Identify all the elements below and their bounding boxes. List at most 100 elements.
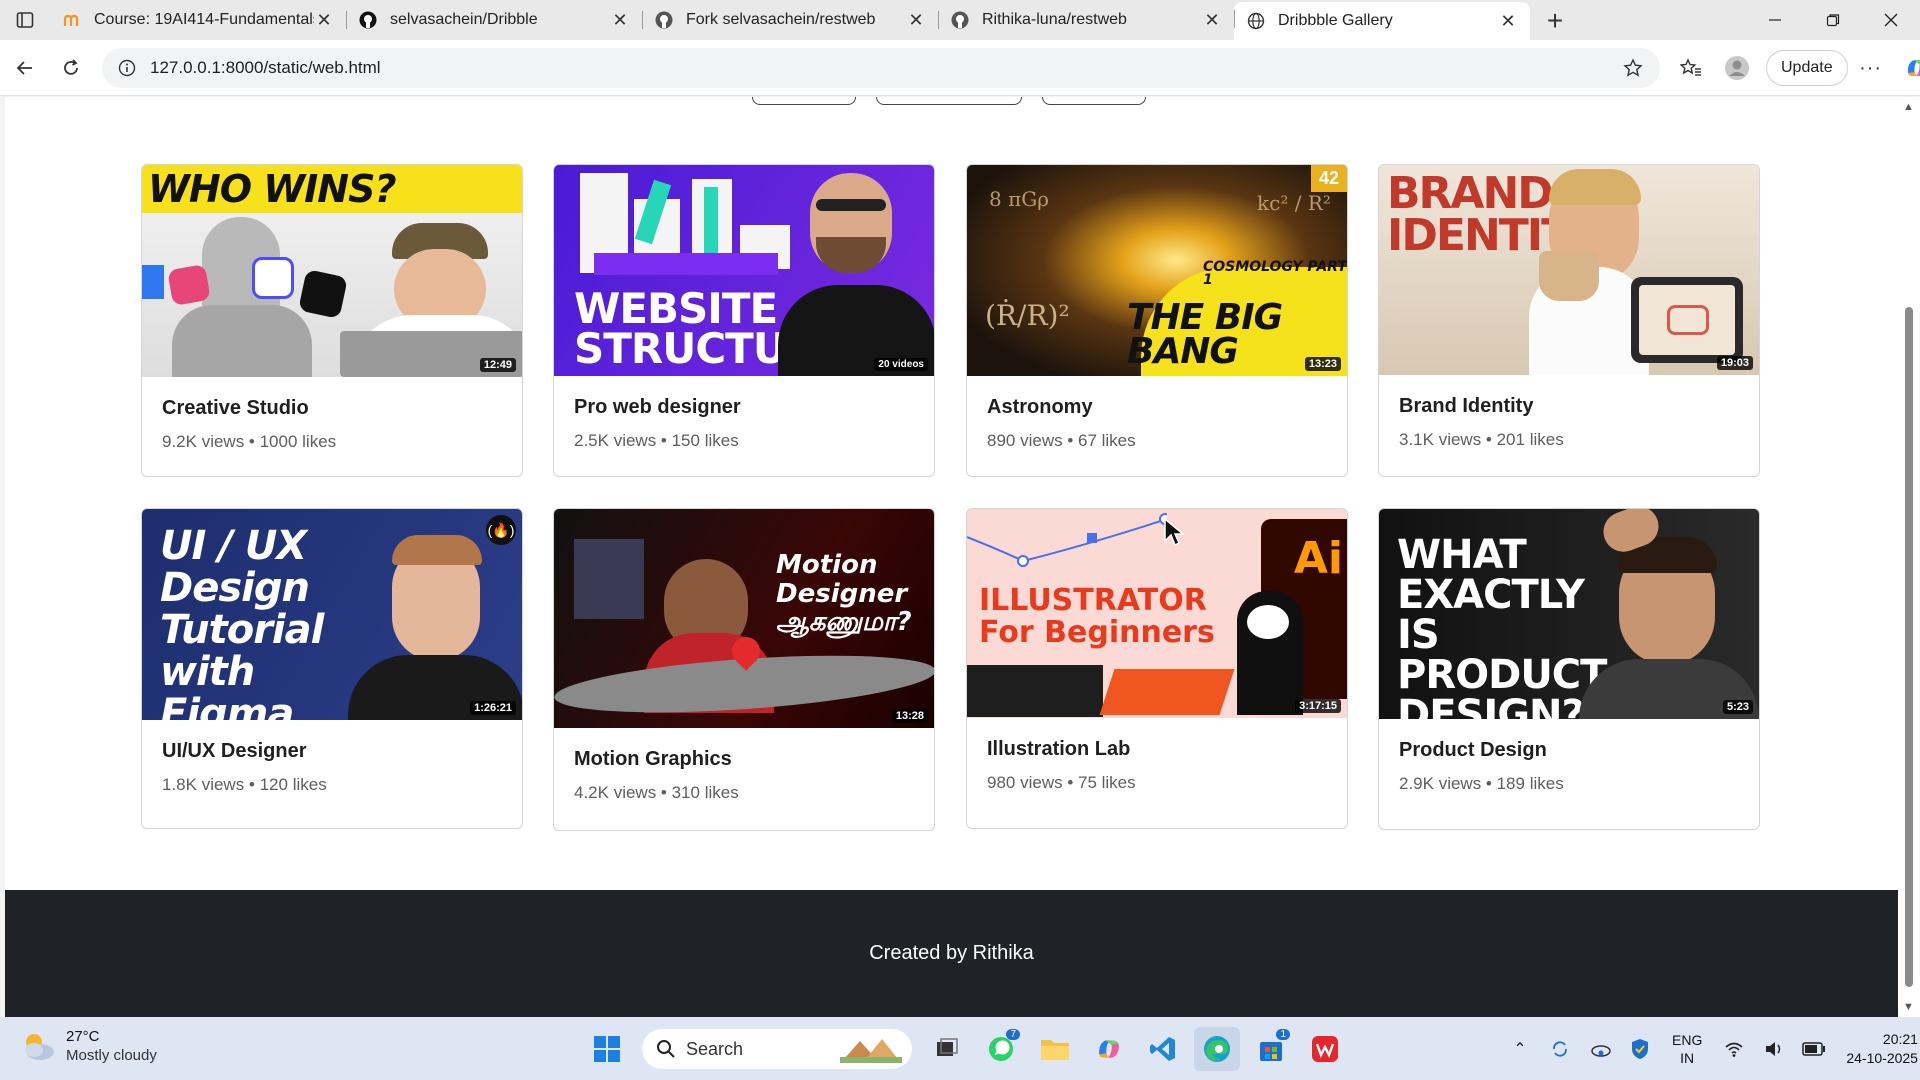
refresh-button[interactable] — [48, 48, 94, 88]
update-button[interactable]: Update — [1766, 50, 1848, 86]
tab-dribbble-gallery[interactable]: Dribbble Gallery ✕ — [1234, 2, 1530, 40]
cloudy-weather-icon — [25, 1034, 54, 1060]
gallery-card[interactable]: BRAND IDENTITY 19:03 Brand Identity 3.1K… — [1378, 164, 1760, 477]
onedrive-icon[interactable] — [1580, 1029, 1620, 1069]
scroll-down-icon[interactable]: ▼ — [1903, 1001, 1914, 1013]
page-scrollbar[interactable]: ▲ ▼ — [1898, 97, 1920, 1017]
filter-button[interactable] — [1042, 97, 1146, 105]
task-view-button[interactable] — [924, 1027, 970, 1071]
gallery-card[interactable]: UI / UX Design Tutorial with Figma (🔥) 1… — [141, 508, 523, 829]
clock-date: 24-10-2025 — [1846, 1050, 1918, 1066]
card-title: Illustration Lab — [987, 738, 1131, 760]
card-stats: 980 views • 75 likes — [987, 773, 1136, 792]
gallery-card[interactable]: COSMOLOGY PART 1 THE BIG BANG (Ṙ/R)² 8 π… — [966, 164, 1348, 477]
favorites-button[interactable] — [1668, 48, 1714, 88]
card-thumbnail[interactable]: WHAT EXACTLY IS PRODUCT DESIGN? 5:23 — [1379, 509, 1759, 719]
gallery-card[interactable]: WHO WINS? 12:49 Creative Studio 9.2K vie… — [141, 164, 523, 477]
thumbnail-text: WHO WINS? — [148, 167, 397, 211]
card-thumbnail[interactable]: COSMOLOGY PART 1 THE BIG BANG (Ṙ/R)² 8 π… — [967, 165, 1347, 376]
url-text[interactable]: 127.0.0.1:8000/static/web.html — [150, 58, 1620, 78]
copilot-button[interactable] — [1894, 48, 1920, 88]
card-thumbnail[interactable]: WHO WINS? 12:49 — [142, 165, 522, 377]
start-button[interactable] — [584, 1027, 630, 1071]
wifi-icon[interactable] — [1714, 1029, 1754, 1069]
gallery-card[interactable]: Motion Designer ஆகணுமா? 13:28 Motion Gra… — [553, 508, 935, 831]
minimize-button[interactable] — [1746, 0, 1804, 40]
tab-fork[interactable]: Fork selvasachein/restweb ✕ — [642, 3, 938, 37]
copilot-icon — [1907, 60, 1920, 76]
edge-button[interactable] — [1194, 1027, 1240, 1071]
close-tab-icon[interactable]: ✕ — [1498, 11, 1518, 32]
ms-store-button[interactable]: 1 — [1248, 1027, 1294, 1071]
whatsapp-button[interactable]: 7 — [978, 1027, 1024, 1071]
tab-title: Course: 19AI414-Fundamentals of — [94, 11, 314, 28]
gallery-card[interactable]: Ai ILLUSTRATOR For Beginners 3:17:15 Ill… — [966, 508, 1348, 829]
language-indicator[interactable]: ENG IN — [1672, 1031, 1702, 1067]
duration-badge: 3:17:15 — [1295, 699, 1341, 713]
copilot-app-button[interactable] — [1086, 1027, 1132, 1071]
close-tab-icon[interactable]: ✕ — [1202, 10, 1222, 31]
sync-icon[interactable] — [1540, 1029, 1580, 1069]
card-title: Astronomy — [987, 396, 1093, 418]
plus-icon: + — [1546, 5, 1564, 36]
volume-icon[interactable] — [1754, 1029, 1794, 1069]
restore-button[interactable] — [1804, 0, 1862, 40]
vscode-icon — [1150, 1037, 1175, 1061]
tab-dribble-repo[interactable]: selvasachein/Dribble ✕ — [346, 3, 642, 37]
close-tab-icon[interactable]: ✕ — [314, 10, 334, 31]
tab-restweb[interactable]: Rithika-luna/restweb ✕ — [938, 3, 1234, 37]
card-thumbnail[interactable]: Ai ILLUSTRATOR For Beginners 3:17:15 — [967, 509, 1347, 718]
edge-icon — [1204, 1036, 1230, 1062]
scroll-up-icon[interactable]: ▲ — [1903, 101, 1914, 113]
copilot-icon — [1099, 1040, 1119, 1058]
tab-actions-button[interactable] — [0, 0, 50, 40]
tab-course[interactable]: Course: 19AI414-Fundamentals of ✕ — [50, 3, 346, 37]
filter-button[interactable] — [876, 97, 1022, 105]
wps-office-button[interactable] — [1302, 1027, 1348, 1071]
system-clock[interactable]: 20:21 24-10-2025 — [1846, 1030, 1918, 1068]
tab-strip: Course: 19AI414-Fundamentals of ✕ selvas… — [0, 0, 1920, 40]
thumbnail-text: ILLUSTRATOR For Beginners — [979, 583, 1215, 650]
language-code: ENG — [1672, 1032, 1703, 1048]
filter-button[interactable] — [752, 97, 856, 105]
close-window-button[interactable] — [1862, 0, 1920, 40]
vscode-button[interactable] — [1140, 1027, 1186, 1071]
card-stats: 2.9K views • 189 likes — [1399, 774, 1564, 793]
taskbar-search[interactable]: Search — [642, 1029, 912, 1069]
ellipsis-icon: ··· — [1859, 56, 1883, 79]
new-tab-button[interactable]: + — [1530, 2, 1580, 40]
duration-badge: 19:03 — [1716, 356, 1753, 370]
card-stats: 2.5K views • 150 likes — [574, 431, 739, 450]
gallery-card[interactable]: WEBSITE STRUCTURE 20 videos Pro web desi… — [553, 164, 935, 477]
card-thumbnail[interactable]: Motion Designer ஆகணுமா? 13:28 — [554, 509, 934, 728]
duration-badge: 13:28 — [891, 709, 928, 723]
gallery-card[interactable]: WHAT EXACTLY IS PRODUCT DESIGN? 5:23 Pro… — [1378, 508, 1760, 830]
card-title: UI/UX Designer — [162, 740, 307, 762]
file-explorer-button[interactable] — [1032, 1027, 1078, 1071]
show-hidden-icons-button[interactable]: ⌃ — [1500, 1029, 1540, 1069]
close-tab-icon[interactable]: ✕ — [906, 10, 926, 31]
weather-widget[interactable]: 27°C Mostly cloudy — [20, 1027, 157, 1065]
card-title: Product Design — [1399, 739, 1547, 761]
search-placeholder: Search — [686, 1038, 744, 1059]
close-icon — [1884, 13, 1898, 27]
weather-condition: Mostly cloudy — [66, 1047, 157, 1064]
security-shield-icon[interactable] — [1620, 1029, 1660, 1069]
scrollbar-thumb[interactable] — [1905, 307, 1913, 987]
back-button[interactable] — [2, 48, 48, 88]
card-thumbnail[interactable]: BRAND IDENTITY 19:03 — [1379, 165, 1759, 375]
profile-button[interactable] — [1714, 48, 1760, 88]
more-options-button[interactable]: ··· — [1848, 48, 1894, 88]
clock-time: 20:21 — [1882, 1031, 1918, 1047]
battery-icon[interactable] — [1794, 1029, 1834, 1069]
card-thumbnail[interactable]: UI / UX Design Tutorial with Figma (🔥) 1… — [142, 509, 522, 720]
card-stats: 890 views • 67 likes — [987, 431, 1136, 450]
site-info-icon[interactable] — [116, 57, 138, 79]
address-bar[interactable]: 127.0.0.1:8000/static/web.html — [102, 48, 1660, 88]
card-thumbnail[interactable]: WEBSITE STRUCTURE 20 videos — [554, 165, 934, 376]
weather-temperature: 27°C — [66, 1028, 100, 1045]
close-tab-icon[interactable]: ✕ — [610, 10, 630, 31]
favorite-star-icon[interactable] — [1620, 58, 1646, 78]
illustrator-logo-icon: Ai — [1293, 533, 1343, 584]
card-title: Brand Identity — [1399, 395, 1534, 417]
